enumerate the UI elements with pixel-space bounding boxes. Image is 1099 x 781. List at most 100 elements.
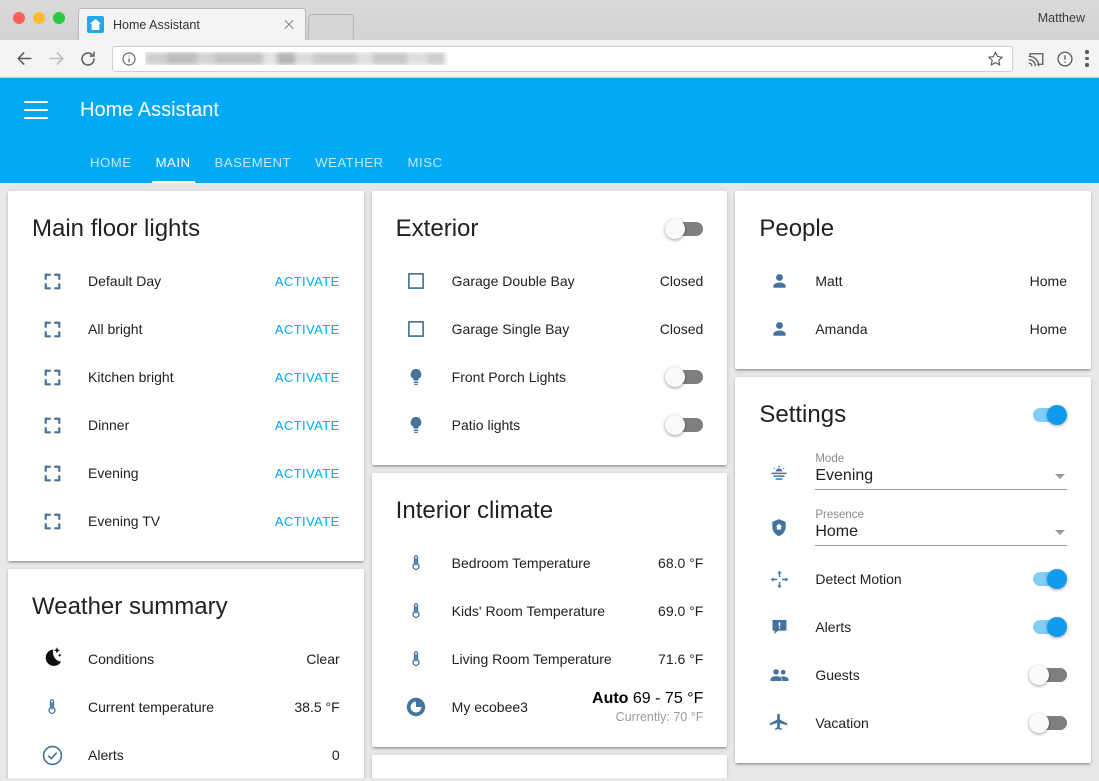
- chevron-down-icon[interactable]: [1055, 529, 1066, 535]
- exterior-master-toggle[interactable]: [665, 219, 704, 239]
- dashboard-column-3: People Matt Home Amanda Home Settings Mo…: [735, 191, 1092, 763]
- climate-label: Living Room Temperature: [451, 651, 612, 667]
- address-bar[interactable]: [112, 45, 1013, 72]
- scene-row-kitchen-bright[interactable]: Kitchen bright ACTIVATE: [24, 353, 348, 401]
- activate-button[interactable]: ACTIVATE: [275, 274, 340, 289]
- card-title: People: [759, 215, 835, 242]
- back-arrow-icon[interactable]: [10, 45, 38, 73]
- guests-icon: [759, 664, 799, 687]
- card-title: Interior climate: [395, 497, 554, 524]
- patio-lights-toggle[interactable]: [665, 415, 704, 435]
- tab-misc[interactable]: MISC: [396, 142, 455, 183]
- toggle-knob: [665, 415, 686, 435]
- browser-toolbar: [0, 40, 1099, 78]
- page-info-icon[interactable]: [121, 51, 137, 67]
- climate-row-thermostat[interactable]: My ecobee3 Auto 69 - 75 °F Currently: 70…: [388, 683, 712, 731]
- alerts-toggle[interactable]: [1029, 617, 1068, 637]
- weather-row-current-temperature[interactable]: Current temperature 38.5 °F: [24, 683, 348, 731]
- scene-icon: [32, 511, 72, 532]
- card-exterior: Exterior Garage Double Bay Closed Garage…: [371, 191, 728, 465]
- presence-label: Presence: [815, 509, 864, 521]
- presence-dropdown[interactable]: Home: [815, 523, 1068, 546]
- sunset-icon: [759, 449, 799, 495]
- scene-name: Default Day: [88, 273, 162, 289]
- close-icon[interactable]: [281, 17, 297, 33]
- vacation-toggle[interactable]: [1029, 713, 1068, 733]
- front-porch-lights-toggle[interactable]: [665, 367, 704, 387]
- address-bar-url[interactable]: [145, 52, 981, 65]
- cast-icon[interactable]: [1027, 50, 1045, 68]
- exterior-row-front-porch-lights[interactable]: Front Porch Lights: [388, 353, 712, 401]
- setting-row-alerts[interactable]: Alerts: [751, 603, 1075, 651]
- thermometer-icon: [32, 697, 72, 717]
- setting-select-presence[interactable]: Presence Home: [751, 499, 1075, 555]
- scene-row-default-day[interactable]: Default Day ACTIVATE: [24, 257, 348, 305]
- browser-profile-name[interactable]: Matthew: [1038, 11, 1085, 25]
- night-clear-icon: [32, 646, 72, 672]
- info-circle-icon[interactable]: [1056, 50, 1074, 68]
- browser-tab-title: Home Assistant: [113, 17, 200, 32]
- toggle-knob: [1047, 617, 1068, 637]
- climate-row-living-room-temperature[interactable]: Living Room Temperature 71.6 °F: [388, 635, 712, 683]
- minimize-window-button[interactable]: [33, 12, 45, 24]
- card-header: Exterior: [388, 207, 712, 257]
- activate-button[interactable]: ACTIVATE: [275, 514, 340, 529]
- guests-toggle[interactable]: [1029, 665, 1068, 685]
- scene-row-evening-tv[interactable]: Evening TV ACTIVATE: [24, 497, 348, 545]
- thermometer-icon: [396, 553, 436, 573]
- presence-value: Home: [815, 523, 859, 540]
- climate-row-bedroom-temperature[interactable]: Bedroom Temperature 68.0 °F: [388, 539, 712, 587]
- detect-motion-toggle[interactable]: [1029, 569, 1068, 589]
- scene-row-dinner[interactable]: Dinner ACTIVATE: [24, 401, 348, 449]
- weather-value: 0: [331, 747, 340, 763]
- tab-weather[interactable]: WEATHER: [303, 142, 395, 183]
- presence-field[interactable]: Presence Home: [799, 505, 1068, 546]
- thermometer-icon: [396, 649, 436, 669]
- settings-master-toggle[interactable]: [1029, 405, 1068, 425]
- scene-icon: [32, 367, 72, 388]
- window-traffic-lights: [13, 12, 65, 24]
- setting-row-vacation[interactable]: Vacation: [751, 699, 1075, 747]
- hamburger-menu-icon[interactable]: [24, 101, 48, 119]
- exterior-row-garage-double-bay[interactable]: Garage Double Bay Closed: [388, 257, 712, 305]
- dashboard-column-1: Main floor lights Default Day ACTIVATE A…: [8, 191, 364, 778]
- activate-button[interactable]: ACTIVATE: [275, 418, 340, 433]
- kebab-menu-icon[interactable]: [1085, 50, 1089, 67]
- chevron-down-icon[interactable]: [1055, 473, 1066, 479]
- scene-row-evening[interactable]: Evening ACTIVATE: [24, 449, 348, 497]
- mode-field[interactable]: Mode Evening: [799, 449, 1068, 490]
- toggle-knob: [1047, 569, 1068, 589]
- climate-row-kids-room-temperature[interactable]: Kids' Room Temperature 69.0 °F: [388, 587, 712, 635]
- garage-door-icon: [396, 319, 436, 339]
- weather-label: Conditions: [88, 651, 155, 667]
- exterior-row-garage-single-bay[interactable]: Garage Single Bay Closed: [388, 305, 712, 353]
- card-title: Settings: [759, 401, 847, 428]
- person-row-matt[interactable]: Matt Home: [751, 257, 1075, 305]
- card-header: Settings: [751, 393, 1075, 443]
- activate-button[interactable]: ACTIVATE: [275, 322, 340, 337]
- new-tab-button[interactable]: [307, 14, 355, 40]
- tab-basement[interactable]: BASEMENT: [203, 142, 304, 183]
- scene-row-all-bright[interactable]: All bright ACTIVATE: [24, 305, 348, 353]
- activate-button[interactable]: ACTIVATE: [275, 466, 340, 481]
- setting-row-guests[interactable]: Guests: [751, 651, 1075, 699]
- card-header: Main floor lights: [24, 207, 348, 257]
- person-row-amanda[interactable]: Amanda Home: [751, 305, 1075, 353]
- tab-home[interactable]: HOME: [78, 142, 144, 183]
- maximize-window-button[interactable]: [53, 12, 65, 24]
- weather-row-conditions[interactable]: Conditions Clear: [24, 635, 348, 683]
- star-icon[interactable]: [987, 50, 1004, 67]
- tab-main[interactable]: MAIN: [144, 142, 203, 183]
- weather-row-alerts[interactable]: Alerts 0: [24, 731, 348, 778]
- toggle-knob: [665, 367, 686, 387]
- reload-icon[interactable]: [74, 45, 102, 73]
- setting-row-detect-motion[interactable]: Detect Motion: [751, 555, 1075, 603]
- setting-select-mode[interactable]: Mode Evening: [751, 443, 1075, 499]
- close-window-button[interactable]: [13, 12, 25, 24]
- activate-button[interactable]: ACTIVATE: [275, 370, 340, 385]
- mode-dropdown[interactable]: Evening: [815, 467, 1068, 490]
- exterior-row-patio-lights[interactable]: Patio lights: [388, 401, 712, 449]
- setting-label: Alerts: [815, 619, 852, 635]
- exterior-state: Closed: [659, 273, 704, 289]
- browser-tab[interactable]: Home Assistant: [78, 8, 306, 40]
